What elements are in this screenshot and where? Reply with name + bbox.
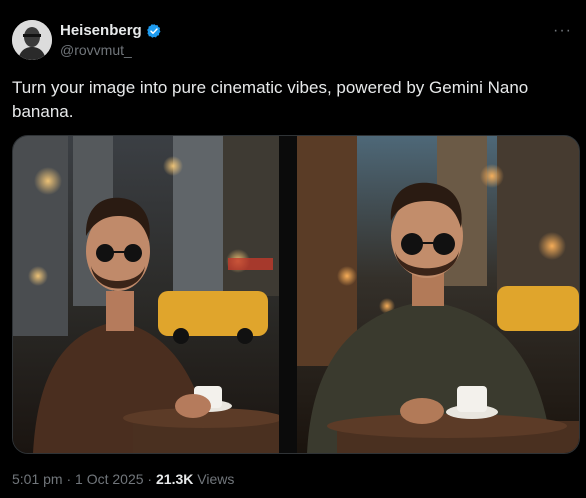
more-options-icon[interactable]: ··· xyxy=(553,22,572,40)
avatar[interactable] xyxy=(12,20,52,60)
author-handle[interactable]: @rovvmut_ xyxy=(60,42,132,58)
tweet-text: Turn your image into pure cinematic vibe… xyxy=(12,78,529,121)
meta-separator: · xyxy=(62,471,76,487)
tweet-meta: 5:01 pm · 1 Oct 2025 · 21.3K Views xyxy=(12,471,234,487)
views-count: 21.3K xyxy=(156,471,194,487)
media-divider xyxy=(279,136,297,453)
meta-separator: · xyxy=(143,471,156,487)
tweet-time[interactable]: 5:01 pm xyxy=(12,471,63,487)
photo-man-cafe-left[interactable] xyxy=(13,136,279,453)
verified-badge-icon xyxy=(146,23,161,38)
views-label: Views xyxy=(193,471,235,487)
tweet-media[interactable] xyxy=(12,135,580,454)
author-display-name[interactable]: Heisenberg xyxy=(60,22,142,39)
photo-man-cafe-right[interactable] xyxy=(297,136,579,453)
avatar-image xyxy=(12,20,52,60)
tweet-date[interactable]: 1 Oct 2025 xyxy=(75,471,144,487)
